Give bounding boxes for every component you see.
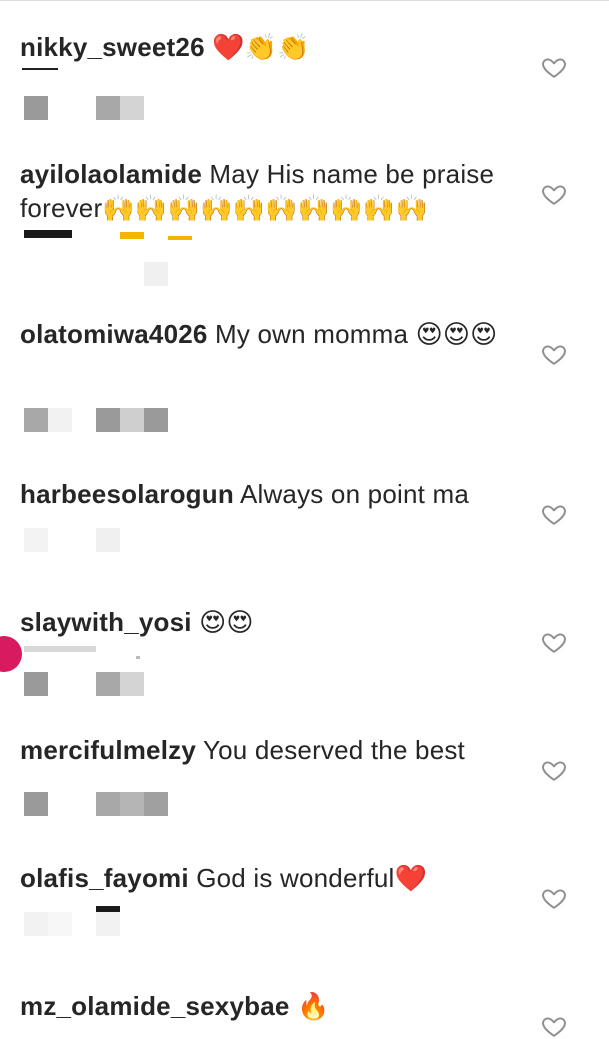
like-button[interactable]	[541, 501, 567, 527]
like-button[interactable]	[541, 341, 567, 367]
comment-username[interactable]: mz_olamide_sexybae	[20, 991, 290, 1021]
redacted-block	[96, 792, 120, 816]
redacted-block	[96, 672, 120, 696]
redacted-block	[96, 528, 120, 552]
redacted-block	[144, 408, 168, 432]
redacted-block	[48, 912, 72, 936]
heart-outline-icon	[542, 185, 566, 205]
heart-outline-icon	[542, 505, 566, 525]
redacted-block	[120, 672, 144, 696]
comment-username[interactable]: slaywith_yosi	[20, 607, 192, 637]
comment-text: olafis_fayomi God is wonderful❤️	[20, 861, 520, 896]
comment-username[interactable]: olatomiwa4026	[20, 319, 208, 349]
comment-username[interactable]: nikky_sweet26	[20, 32, 205, 62]
comment-text: mercifulmelzy You deserved the best	[20, 733, 520, 767]
heart-outline-icon	[542, 345, 566, 365]
redacted-bar	[120, 232, 144, 239]
heart-outline-icon	[542, 58, 566, 78]
comment-username[interactable]: mercifulmelzy	[20, 735, 196, 765]
heart-outline-icon	[542, 633, 566, 653]
redacted-block	[24, 912, 48, 936]
comment-username[interactable]: ayilolaolamide	[20, 159, 202, 189]
comment-emoji: 😍😍	[199, 608, 254, 638]
heart-outline-icon	[542, 761, 566, 781]
redacted-block	[144, 792, 168, 816]
redacted-bar	[136, 656, 140, 659]
comment-text: nikky_sweet26 ❤️👏👏	[20, 30, 520, 65]
comment-emoji: ❤️	[394, 864, 428, 894]
redacted-bar	[24, 646, 96, 652]
avatar[interactable]	[0, 636, 22, 672]
comment-body: Always on point ma	[239, 479, 469, 509]
redacted-bar	[168, 236, 192, 240]
redacted-bar	[24, 230, 72, 238]
redacted-block	[96, 408, 120, 432]
like-button[interactable]	[541, 54, 567, 80]
heart-outline-icon	[542, 1017, 566, 1037]
redacted-block	[120, 96, 144, 120]
comment-username[interactable]: harbeesolarogun	[20, 479, 234, 509]
top-divider	[0, 0, 609, 1]
comment-body: My own momma	[215, 319, 409, 349]
like-button[interactable]	[541, 629, 567, 655]
redacted-block	[120, 408, 144, 432]
like-button[interactable]	[541, 181, 567, 207]
comment-text: harbeesolarogun Always on point ma	[20, 477, 520, 511]
redacted-block	[96, 96, 120, 120]
like-button[interactable]	[541, 885, 567, 911]
redacted-block	[24, 792, 48, 816]
comment-emoji: ❤️👏👏	[212, 33, 310, 63]
comment-emoji: 🔥	[296, 992, 330, 1022]
redacted-bar	[22, 68, 58, 70]
comment-text: olatomiwa4026 My own momma 😍😍😍	[20, 317, 520, 352]
comment-body: God is wonderful	[196, 863, 395, 893]
comment-emoji: 🙌🙌🙌🙌🙌🙌🙌🙌🙌🙌	[102, 194, 429, 224]
like-button[interactable]	[541, 757, 567, 783]
like-button[interactable]	[541, 1013, 567, 1039]
heart-outline-icon	[542, 889, 566, 909]
redacted-block	[144, 262, 168, 286]
comment-text: slaywith_yosi 😍😍	[20, 605, 520, 640]
redacted-block	[24, 528, 48, 552]
redacted-block	[48, 408, 72, 432]
comment-emoji: 😍😍😍	[415, 320, 498, 350]
comment-text: mz_olamide_sexybae 🔥	[20, 989, 520, 1024]
comment-username[interactable]: olafis_fayomi	[20, 863, 189, 893]
comment-body: You deserved the best	[202, 735, 465, 765]
redacted-block	[120, 792, 144, 816]
redacted-block	[24, 408, 48, 432]
redacted-block	[96, 912, 120, 936]
redacted-block	[24, 672, 48, 696]
redacted-block	[24, 96, 48, 120]
comment-text: ayilolaolamide May His name be praise fo…	[20, 157, 520, 226]
